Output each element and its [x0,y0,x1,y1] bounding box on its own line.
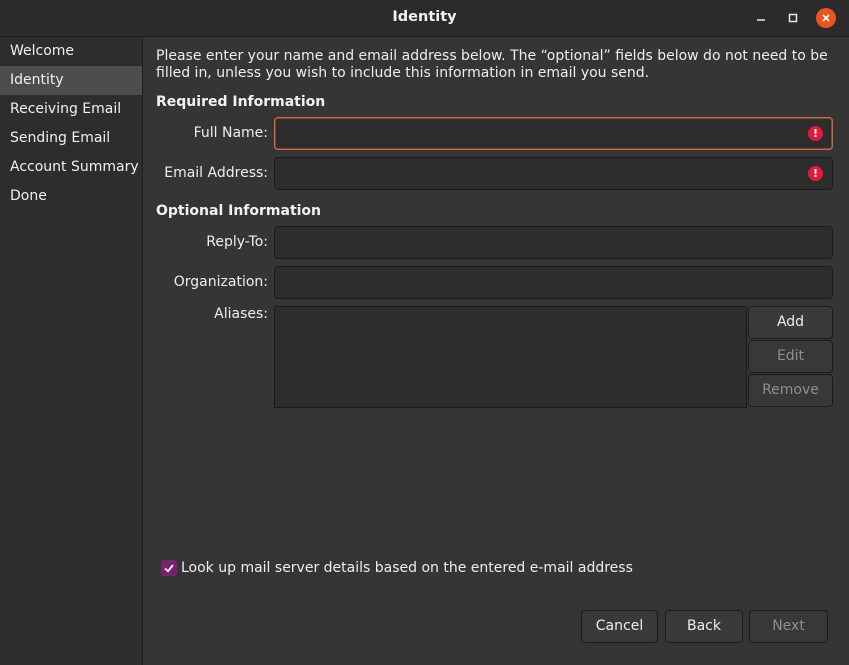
organization-label: Organization: [173,274,268,290]
main-panel: Please enter your name and email address… [144,37,849,665]
close-icon [822,14,830,22]
aliases-label: Aliases: [214,306,268,322]
email-address-input[interactable] [275,158,832,189]
sidebar-item-sending-email[interactable]: Sending Email [0,124,142,153]
lookup-checkbox[interactable] [161,560,177,576]
close-button[interactable] [816,8,836,28]
optional-information-heading: Optional Information [156,203,322,219]
sidebar-item-receiving-email[interactable]: Receiving Email [0,95,142,124]
minimize-icon [757,19,765,21]
lookup-checkbox-label: Look up mail server details based on the… [181,560,633,576]
email-address-field[interactable]: ! [274,157,833,190]
sidebar-item-identity[interactable]: Identity [0,66,142,95]
cancel-button[interactable]: Cancel [581,610,658,643]
titlebar: Identity [0,0,849,37]
full-name-field[interactable]: ! [274,117,833,150]
intro-text: Please enter your name and email address… [156,48,828,81]
required-information-heading: Required Information [156,94,326,110]
maximize-button[interactable] [783,8,803,28]
checkmark-icon [164,564,174,573]
warning-icon: ! [808,166,823,181]
edit-alias-button[interactable]: Edit [748,340,833,373]
warning-icon: ! [808,126,823,141]
window-title: Identity [392,9,457,25]
lookup-mail-server-option[interactable]: Look up mail server details based on the… [161,560,633,576]
add-alias-button[interactable]: Add [748,306,833,339]
full-name-input[interactable] [275,118,832,149]
organization-field[interactable] [274,266,833,299]
organization-input[interactable] [275,267,832,298]
email-address-label: Email Address: [164,165,268,181]
sidebar: Welcome Identity Receiving Email Sending… [0,37,143,665]
reply-to-input[interactable] [275,227,832,258]
sidebar-item-welcome[interactable]: Welcome [0,37,142,66]
maximize-icon [788,13,798,23]
reply-to-label: Reply-To: [206,234,268,250]
minimize-button[interactable] [751,8,771,28]
aliases-list[interactable] [274,306,747,408]
assistant-window: Identity Welcome Identity Receiving Emai… [0,0,849,665]
remove-alias-button[interactable]: Remove [748,374,833,407]
full-name-label: Full Name: [193,125,268,141]
sidebar-item-account-summary[interactable]: Account Summary [0,153,142,182]
next-button[interactable]: Next [749,610,828,643]
sidebar-item-done[interactable]: Done [0,182,142,211]
reply-to-field[interactable] [274,226,833,259]
back-button[interactable]: Back [665,610,743,643]
